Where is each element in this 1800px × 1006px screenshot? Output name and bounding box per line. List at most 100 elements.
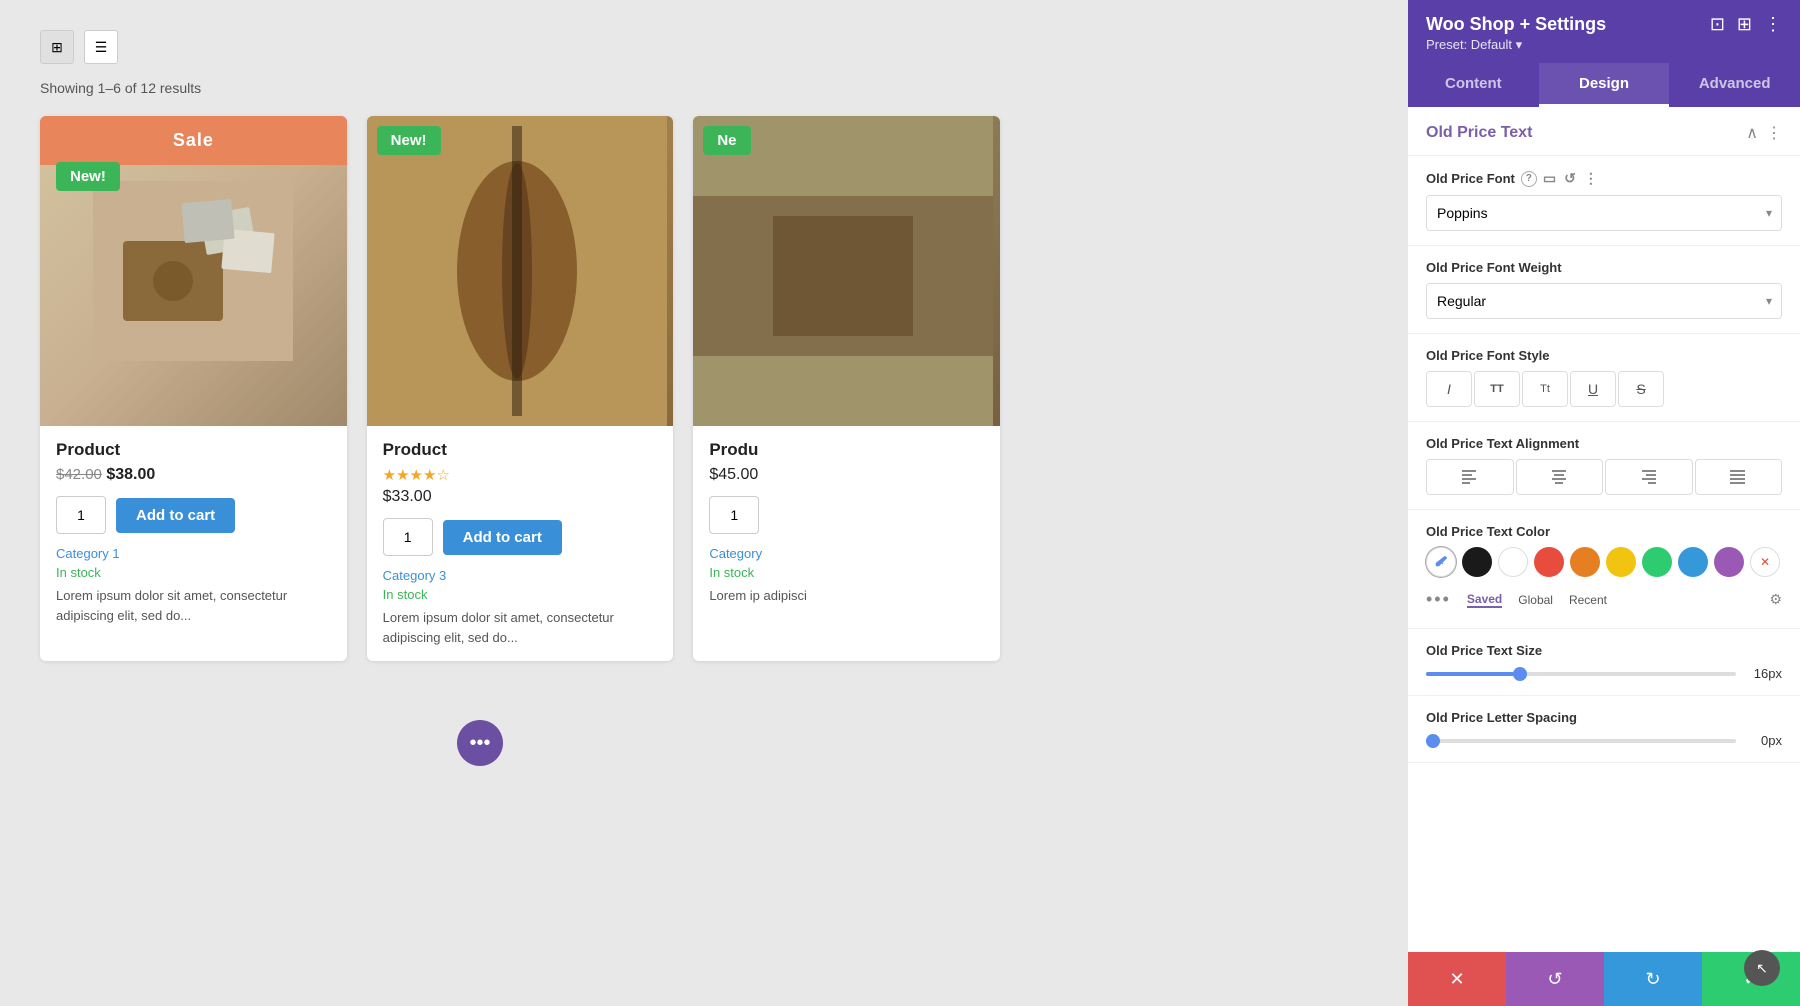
category-link[interactable]: Category 3 [383,568,658,583]
color-orange[interactable] [1570,547,1600,577]
bottom-spacer [1408,763,1800,803]
layout-icon[interactable]: ⊞ [1737,14,1752,35]
font-style-buttons: I TT Tt U S [1426,371,1782,407]
text-size-value: 16px [1746,666,1782,681]
panel-header: Woo Shop + Settings Preset: Default ▾ ⊡ … [1408,0,1800,63]
uppercase-button[interactable]: TT [1474,371,1520,407]
text-size-field: Old Price Text Size 16px [1408,629,1800,696]
color-black[interactable] [1462,547,1492,577]
align-left-button[interactable] [1426,459,1514,495]
capitalize-button[interactable]: Tt [1522,371,1568,407]
letter-spacing-label: Old Price Letter Spacing [1426,710,1782,725]
font-device-icon[interactable]: ▭ [1543,170,1556,187]
tab-content[interactable]: Content [1408,63,1539,107]
color-red[interactable] [1534,547,1564,577]
font-more-icon[interactable]: ⋮ [1584,170,1598,187]
align-center-button[interactable] [1516,459,1604,495]
letter-spacing-track [1426,739,1736,743]
color-swatches: ✕ [1426,547,1782,577]
new-badge: New! [56,162,120,191]
color-green[interactable] [1642,547,1672,577]
main-content: ⊞ ☰ Showing 1–6 of 12 results [0,0,1408,1006]
color-settings-icon[interactable]: ⚙ [1769,591,1782,608]
list-view-button[interactable]: ☰ [84,30,118,64]
color-eraser[interactable]: ✕ [1750,547,1780,577]
more-icon[interactable]: ⋮ [1766,123,1782,143]
quantity-input[interactable] [56,496,106,534]
color-white[interactable] [1498,547,1528,577]
tab-advanced[interactable]: Advanced [1669,63,1800,107]
color-tab-global[interactable]: Global [1518,593,1553,607]
font-weight-select[interactable]: Regular Bold Light [1426,283,1782,319]
letter-spacing-value: 0px [1746,733,1782,748]
grid-view-button[interactable]: ⊞ [40,30,74,64]
price: $33.00 [383,488,658,506]
tab-design[interactable]: Design [1539,63,1670,107]
product-description: Lorem ipsum dolor sit amet, consectetur … [383,608,658,647]
letter-spacing-field: Old Price Letter Spacing 0px [1408,696,1800,763]
add-to-cart-row [709,496,984,534]
star-rating: ★★★★☆ [383,466,658,484]
text-alignment-label: Old Price Text Alignment [1426,436,1782,451]
price-wrap: $42.00 $38.00 [56,466,331,484]
letter-spacing-thumb[interactable] [1426,734,1440,748]
font-style-field: Old Price Font Style I TT Tt U S [1408,334,1800,422]
add-to-cart-row: Add to cart [56,496,331,534]
add-to-cart-button[interactable]: Add to cart [443,520,562,555]
font-icons: ▭ ↺ ⋮ [1543,170,1598,187]
undo-button[interactable]: ↺ [1506,952,1604,1006]
strikethrough-button[interactable]: S [1618,371,1664,407]
align-right-button[interactable] [1605,459,1693,495]
add-to-cart-button[interactable]: Add to cart [116,498,235,533]
font-select-wrap: Poppins ▾ [1426,195,1782,231]
product-title: Produ [709,440,984,460]
color-purple[interactable] [1714,547,1744,577]
text-size-fill [1426,672,1519,676]
color-more-icon[interactable]: ••• [1426,589,1451,610]
underline-button[interactable]: U [1570,371,1616,407]
eyedropper-swatch[interactable] [1426,547,1456,577]
grid-icon: ⊞ [51,39,63,56]
pagination-button[interactable]: ••• [457,720,503,766]
font-select[interactable]: Poppins [1426,195,1782,231]
product-card: Ne Produ $45.00 Category In stock Lorem … [693,116,1000,661]
panel-header-icons: ⊡ ⊞ ⋮ [1710,14,1782,35]
product-card: Sale New! Product $42.00 $38.00 Add to c… [40,116,347,661]
panel-title: Woo Shop + Settings [1426,14,1606,35]
color-blue[interactable] [1678,547,1708,577]
collapse-icon[interactable]: ∧ [1746,123,1758,143]
list-icon: ☰ [95,39,108,56]
quantity-input[interactable] [383,518,433,556]
italic-button[interactable]: I [1426,371,1472,407]
category-link[interactable]: Category 1 [56,546,331,561]
font-weight-select-wrap: Regular Bold Light ▾ [1426,283,1782,319]
stock-status: In stock [56,565,331,580]
font-help-icon[interactable]: ? [1521,171,1537,187]
section-title: Old Price Text [1426,124,1532,142]
product-image-wrap: Sale New! [40,116,347,426]
text-color-field: Old Price Text Color ✕ ••• Saved Global [1408,510,1800,629]
product-image [693,116,1000,426]
stock-status: In stock [383,587,658,602]
panel-preset[interactable]: Preset: Default ▾ [1426,37,1606,53]
price: $45.00 [709,466,984,484]
more-options-icon[interactable]: ⋮ [1764,14,1782,35]
align-justify-button[interactable] [1695,459,1783,495]
drag-handle[interactable]: ↖ [1744,950,1780,986]
color-yellow[interactable] [1606,547,1636,577]
quantity-input[interactable] [709,496,759,534]
product-description: Lorem ip adipisci [709,586,984,606]
add-to-cart-row: Add to cart [383,518,658,556]
settings-panel: Woo Shop + Settings Preset: Default ▾ ⊡ … [1408,0,1800,1006]
cancel-button[interactable]: ✕ [1408,952,1506,1006]
category-link[interactable]: Category [709,546,984,561]
font-field: Old Price Font ? ▭ ↺ ⋮ Poppins ▾ [1408,156,1800,246]
color-tab-recent[interactable]: Recent [1569,593,1607,607]
text-size-thumb[interactable] [1513,667,1527,681]
product-description: Lorem ipsum dolor sit amet, consectetur … [56,586,331,625]
font-reset-icon[interactable]: ↺ [1564,170,1576,187]
capture-icon[interactable]: ⊡ [1710,14,1725,35]
redo-button[interactable]: ↻ [1604,952,1702,1006]
color-tab-saved[interactable]: Saved [1467,592,1502,608]
letter-spacing-slider-row: 0px [1426,733,1782,748]
